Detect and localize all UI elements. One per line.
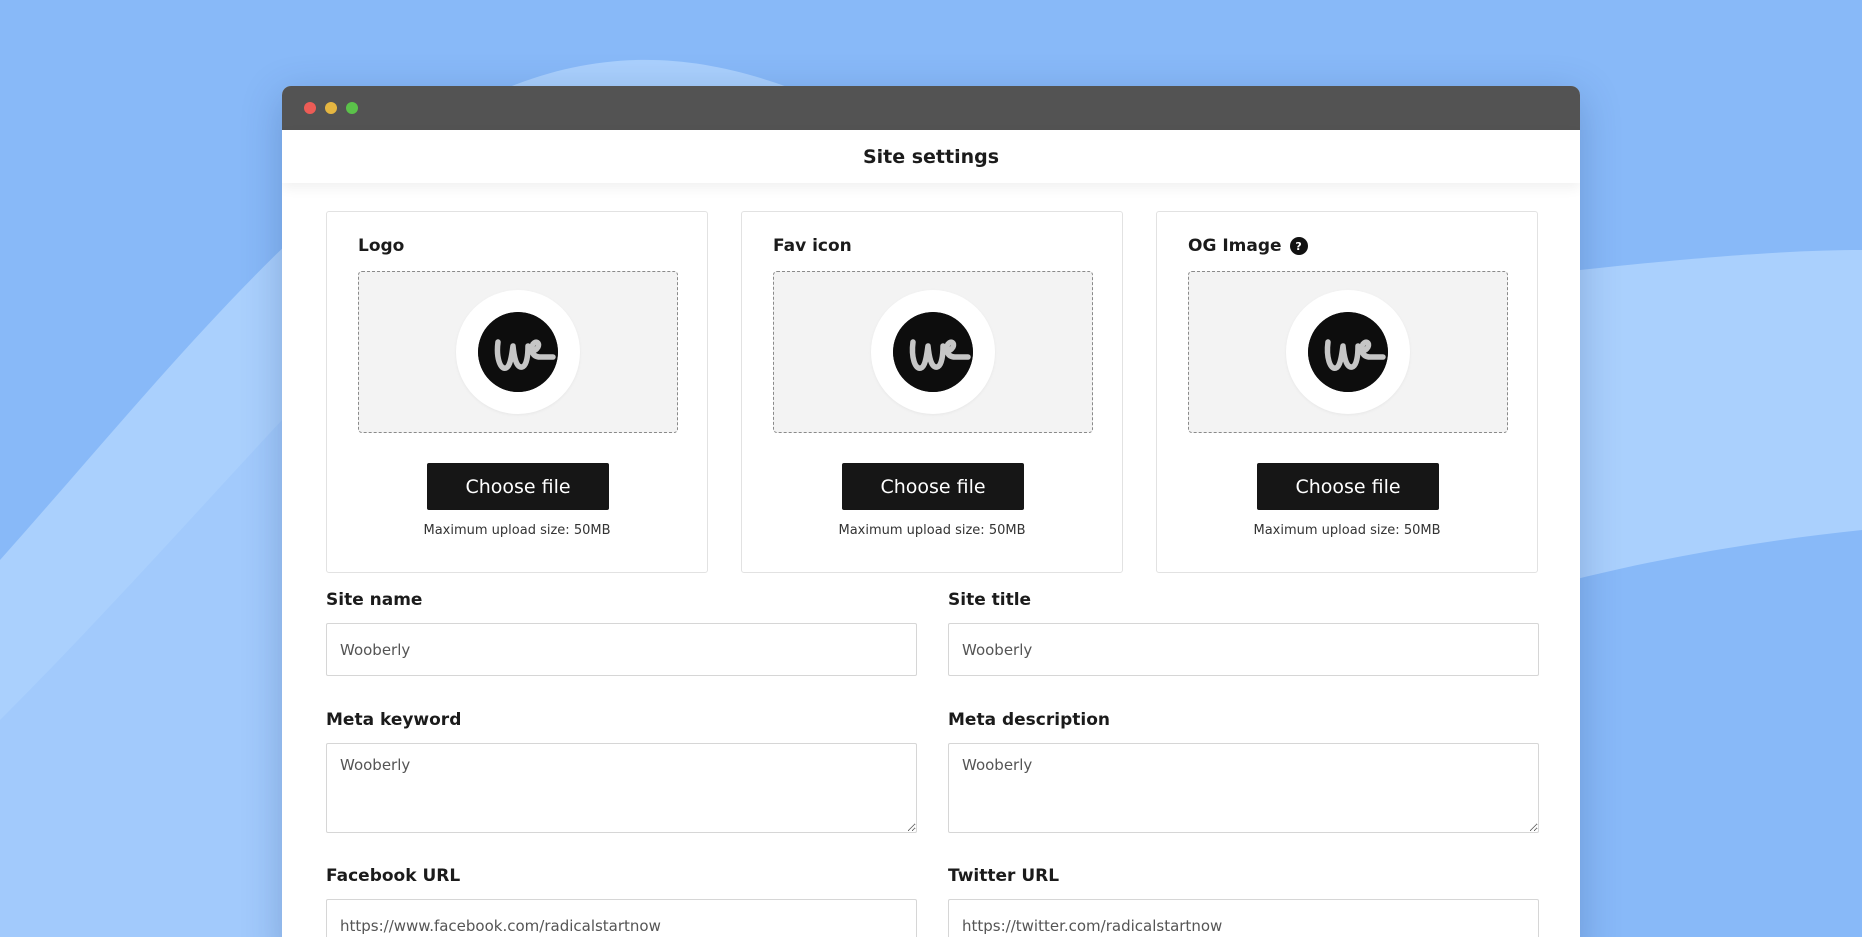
close-dot[interactable] [304,102,316,114]
twitter-url-field-group: Twitter URL [948,865,1539,937]
logo-dropzone[interactable] [358,271,678,433]
site-name-input[interactable] [326,623,917,676]
site-title-field-group: Site title [948,589,1539,676]
og-image-upload-label: OG Image ? [1188,236,1308,256]
facebook-url-label: Facebook URL [326,866,461,886]
window-titlebar [282,86,1580,130]
meta-description-textarea[interactable]: Wooberly [948,743,1539,833]
og-image-dropzone[interactable] [1188,271,1508,433]
wooberly-logo-icon [478,312,558,392]
favicon-upload-size-note: Maximum upload size: 50MB [838,523,1026,538]
meta-keyword-field-group: Meta keyword Wooberly [326,709,917,837]
facebook-url-input[interactable] [326,899,917,937]
favicon-preview [871,290,995,414]
logo-choose-file-button[interactable]: Choose file [427,463,609,510]
page-header: Site settings [282,130,1580,183]
favicon-choose-file-button[interactable]: Choose file [842,463,1024,510]
maximize-dot[interactable] [346,102,358,114]
og-image-upload-card: OG Image ? Choose file Maximum upload si… [1156,211,1538,573]
site-name-field-group: Site name [326,589,917,676]
page-title: Site settings [862,145,1000,168]
meta-keyword-label: Meta keyword [326,710,462,730]
site-title-label: Site title [948,590,1032,610]
og-image-upload-size-note: Maximum upload size: 50MB [1253,523,1441,538]
twitter-url-input[interactable] [948,899,1539,937]
facebook-url-field-group: Facebook URL [326,865,917,937]
site-name-label: Site name [326,590,423,610]
logo-upload-card: Logo Choose file Maximum upload size: 50… [326,211,708,573]
wooberly-logo-icon [1308,312,1388,392]
question-circle-icon[interactable]: ? [1289,237,1308,255]
favicon-dropzone[interactable] [773,271,1093,433]
minimize-dot[interactable] [325,102,337,114]
og-image-preview [1286,290,1410,414]
meta-description-label: Meta description [948,710,1110,730]
meta-description-field-group: Meta description Wooberly [948,709,1539,837]
browser-window: Site settings Logo Choose file Maximum u [282,86,1580,937]
og-image-choose-file-button[interactable]: Choose file [1257,463,1439,510]
wooberly-logo-icon [893,312,973,392]
twitter-url-label: Twitter URL [948,866,1060,886]
logo-preview [456,290,580,414]
logo-upload-label: Logo [358,236,405,256]
favicon-upload-card: Fav icon Choose file Maximum upload size… [741,211,1123,573]
logo-upload-size-note: Maximum upload size: 50MB [423,523,611,538]
favicon-upload-label: Fav icon [773,236,852,256]
site-title-input[interactable] [948,623,1539,676]
meta-keyword-textarea[interactable]: Wooberly [326,743,917,833]
upload-cards: Logo Choose file Maximum upload size: 50… [326,211,1540,575]
